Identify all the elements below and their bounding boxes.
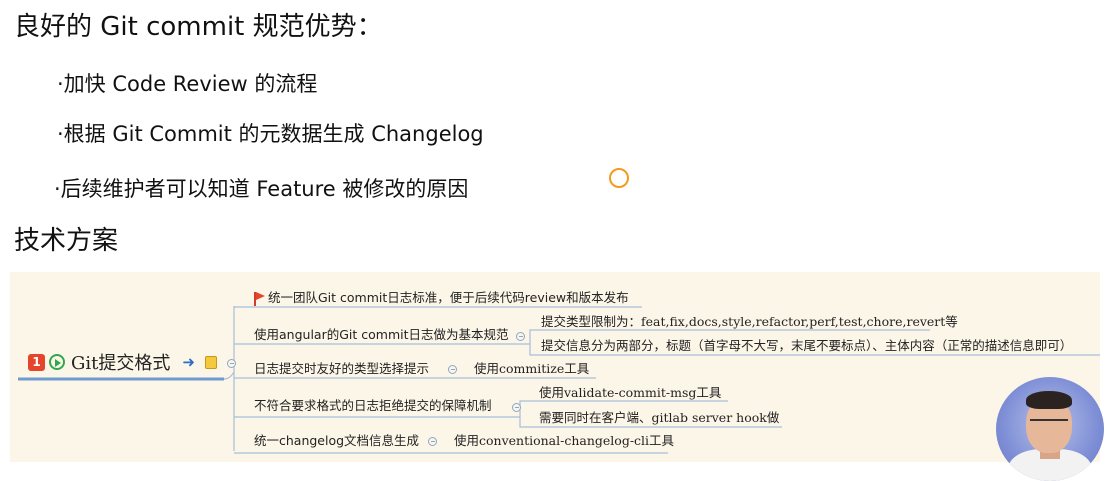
mindmap: 1 Git提交格式 ➜ 统一团队Git commit日志标准，便于后续代码rev…	[10, 272, 1100, 462]
branch-2-child-2[interactable]: 提交信息分为两部分，标题（首字母不大写，末尾不要标点）、主体内容（正常的描述信息…	[541, 338, 1072, 354]
presenter-glasses	[1030, 419, 1068, 429]
branch-3-child-1[interactable]: 使用commitize工具	[474, 361, 589, 377]
bullet-3: ·后续维护者可以知道 Feature 被修改的原因	[54, 177, 469, 201]
flag-icon	[254, 292, 266, 306]
note-icon[interactable]	[204, 355, 217, 369]
collapse-toggle-icon[interactable]	[512, 403, 521, 412]
mindmap-root[interactable]: 1 Git提交格式 ➜	[28, 350, 217, 374]
branch-4-child-1[interactable]: 使用validate-commit-msg工具	[539, 385, 721, 401]
webcam-overlay	[996, 377, 1104, 481]
branch-1-label[interactable]: 统一团队Git commit日志标准，便于后续代码review和版本发布	[268, 290, 629, 306]
root-label: Git提交格式	[71, 353, 171, 374]
branch-4-child-2[interactable]: 需要同时在客户端、gitlab server hook做	[539, 410, 779, 426]
priority-badge: 1	[28, 353, 45, 371]
cursor-ring-icon	[609, 168, 629, 188]
heading-technical-plan: 技术方案	[14, 226, 119, 256]
link-arrow-icon[interactable]: ➜	[182, 353, 195, 371]
bullet-1: ·加快 Code Review 的流程	[57, 72, 318, 96]
bullet-2: ·根据 Git Commit 的元数据生成 Changelog	[57, 122, 484, 146]
branch-5-label[interactable]: 统一changelog文档信息生成	[254, 433, 419, 449]
branch-2-child-1[interactable]: 提交类型限制为：feat,fix,docs,style,refactor,per…	[541, 314, 958, 330]
collapse-toggle-icon[interactable]	[516, 332, 525, 341]
heading-advantages: 良好的 Git commit 规范优势：	[14, 12, 383, 42]
collapse-toggle-icon[interactable]	[227, 359, 236, 368]
branch-5-child-1[interactable]: 使用conventional-changelog-cli工具	[454, 433, 674, 449]
presenter-hair	[1026, 391, 1072, 409]
branch-2-label[interactable]: 使用angular的Git commit日志做为基本规范	[254, 327, 509, 343]
collapse-toggle-icon[interactable]	[448, 365, 457, 374]
branch-4-label[interactable]: 不符合要求格式的日志拒绝提交的保障机制	[254, 398, 492, 414]
play-circle-icon	[49, 354, 65, 370]
branch-3-label[interactable]: 日志提交时友好的类型选择提示	[254, 361, 429, 377]
collapse-toggle-icon[interactable]	[428, 437, 437, 446]
